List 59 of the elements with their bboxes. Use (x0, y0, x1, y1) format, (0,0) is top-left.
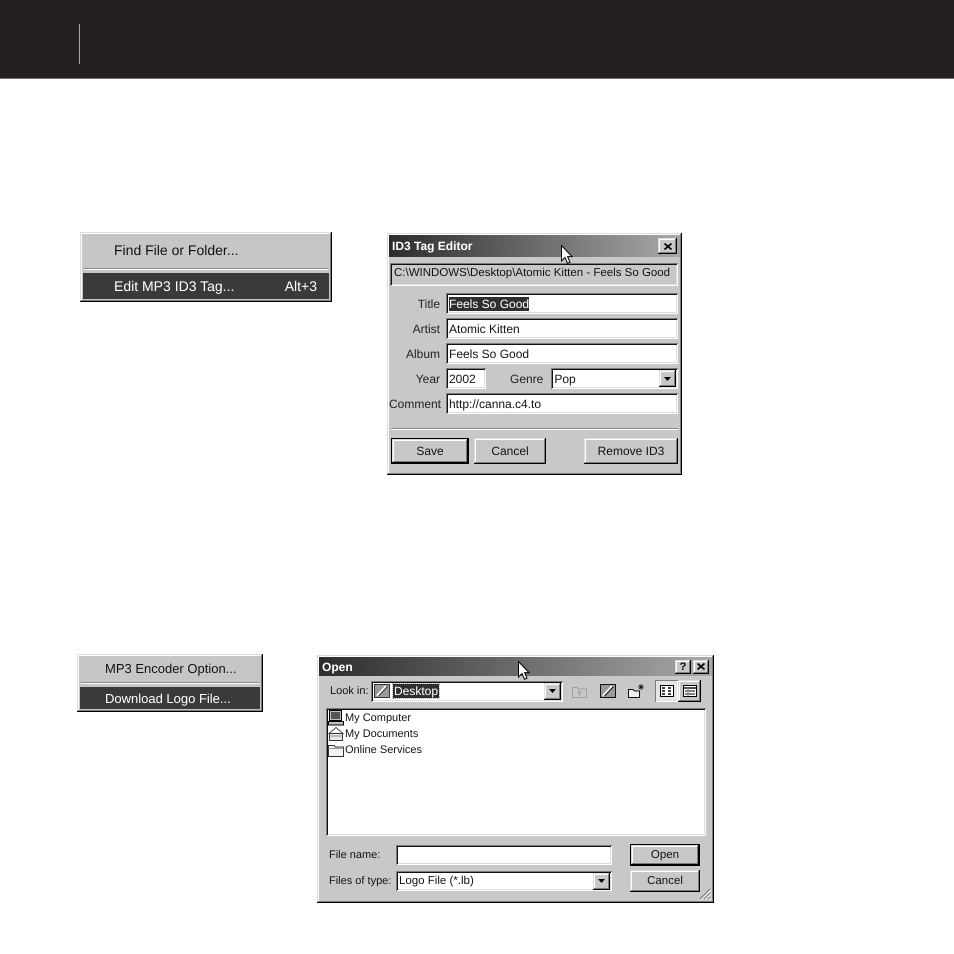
details-view-icon (682, 685, 696, 697)
caret-icon (549, 689, 556, 693)
dropdown-field[interactable]: Desktop (371, 680, 563, 702)
field-label: Album (404, 346, 440, 360)
resize-grip-icon (699, 888, 711, 900)
desktop-icon (600, 684, 616, 698)
close-icon (664, 242, 672, 250)
window-title: Open (322, 660, 353, 674)
field-label: Year (414, 372, 440, 386)
dropdown-field[interactable]: Pop (551, 368, 678, 389)
view-button[interactable] (655, 680, 678, 702)
window-title: ID3 Tag Editor (392, 239, 472, 253)
list-view-icon (660, 685, 674, 697)
close-button[interactable] (693, 660, 709, 674)
dialog-button[interactable]: Remove ID3 (584, 438, 678, 464)
field-label: Title (416, 296, 440, 310)
view-button[interactable] (678, 680, 701, 702)
dialog-button[interactable]: Save (391, 438, 469, 464)
path-field[interactable]: C:\WINDOWS\Desktop\Atomic Kitten - Feels So Good (390, 263, 678, 286)
mouse-pointer-icon (518, 661, 530, 680)
mouse-pointer-icon (561, 245, 573, 264)
field-label: Artist (412, 322, 440, 336)
field-label: File name: (329, 849, 382, 861)
desktop-icon (374, 684, 390, 698)
menu-item[interactable]: Edit MP3 ID3 Tag... Alt+3 (83, 273, 329, 299)
input-field[interactable] (396, 845, 612, 865)
field-label: Comment (389, 396, 440, 410)
file-list-item[interactable]: My Computer (328, 710, 414, 726)
dialog-button[interactable]: Cancel (630, 870, 700, 892)
caret-icon (598, 879, 605, 883)
dropdown-button[interactable] (593, 872, 610, 890)
folder-icon (328, 742, 344, 758)
field-label: Look in: (330, 685, 370, 697)
documents-folder-icon (328, 726, 344, 742)
computer-icon (328, 710, 344, 726)
file-list-item[interactable]: My Documents (328, 726, 420, 742)
menu-item[interactable]: Download Logo File... (80, 687, 260, 709)
input-field[interactable]: Feels So Good (446, 293, 678, 314)
close-button[interactable] (658, 238, 677, 254)
input-field[interactable]: 2002 (446, 368, 486, 389)
menu-item[interactable]: Find File or Folder... (83, 235, 329, 265)
menu-item[interactable]: MP3 Encoder Option... (80, 657, 260, 679)
dropdown-button[interactable] (544, 682, 561, 700)
input-field[interactable]: Feels So Good (446, 343, 678, 364)
dialog-button[interactable]: Open (630, 844, 700, 866)
help-button[interactable]: ? (675, 660, 691, 674)
caret-icon (664, 376, 671, 380)
dropdown-field[interactable]: Logo File (*.lb) (396, 871, 612, 891)
shortcut-text: Alt+3 (284, 278, 317, 294)
dialog-button[interactable]: Cancel (474, 438, 546, 464)
input-field[interactable]: http://canna.c4.to (446, 393, 678, 414)
close-icon (697, 663, 705, 670)
field-label: Genre (510, 372, 544, 386)
file-list-item[interactable]: Online Services (328, 742, 424, 758)
new-folder-icon (628, 684, 644, 698)
input-field[interactable]: Atomic Kitten (446, 318, 678, 339)
dropdown-button[interactable] (659, 370, 676, 387)
folder-up-icon (572, 684, 588, 698)
field-label: Files of type: (329, 875, 392, 887)
